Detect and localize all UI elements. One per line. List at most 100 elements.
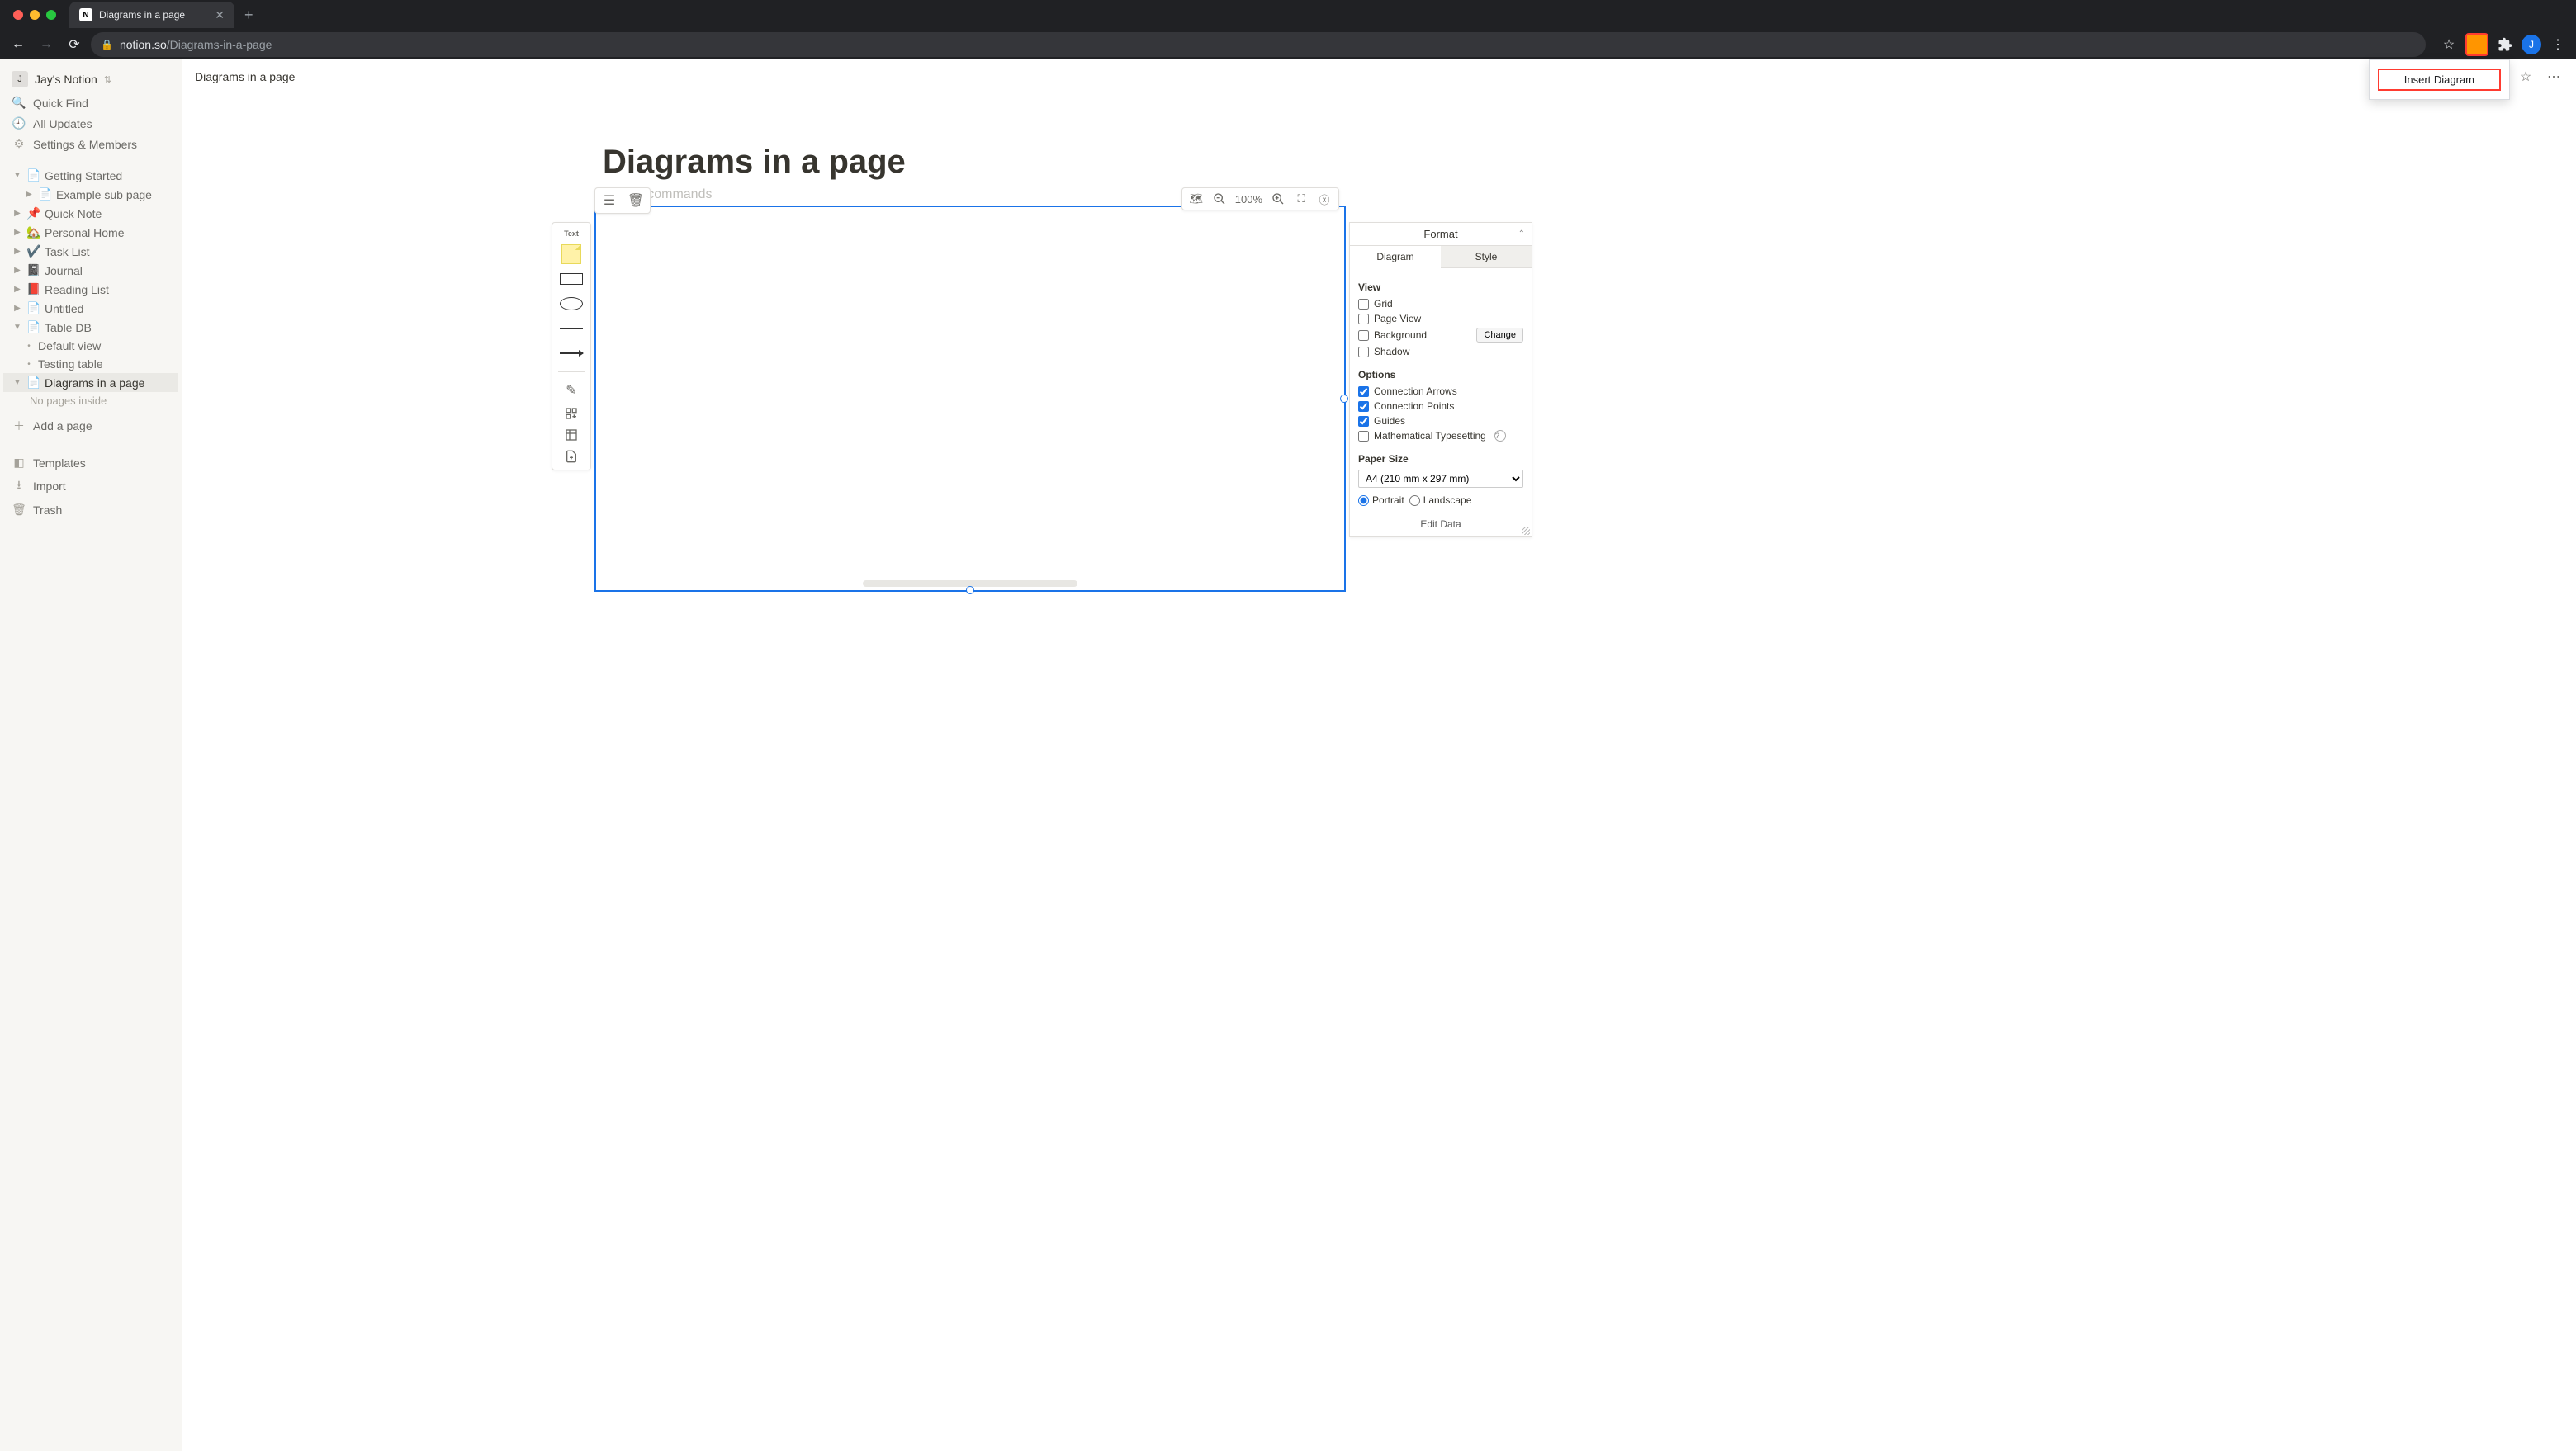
chevron-right-icon[interactable]: ▶ <box>12 209 23 218</box>
minimize-window-button[interactable] <box>30 10 40 20</box>
reload-button[interactable]: ⟳ <box>63 33 86 56</box>
table-icon[interactable] <box>565 428 578 442</box>
page-untitled[interactable]: ▶ 📄 Untitled <box>3 299 178 318</box>
sidebar-trash[interactable]: 🗑 Trash <box>3 499 178 520</box>
landscape-radio-label[interactable]: Landscape <box>1409 494 1472 506</box>
math-typesetting-checkbox[interactable] <box>1358 431 1369 442</box>
chrome-menu-button[interactable]: ⋮ <box>2546 33 2569 56</box>
chevron-right-icon[interactable]: ▶ <box>12 285 23 294</box>
guides-checkbox[interactable] <box>1358 416 1369 427</box>
drawio-extension-button[interactable] <box>2465 33 2488 56</box>
tab-style[interactable]: Style <box>1441 246 1532 268</box>
favorite-star-icon[interactable]: ☆ <box>2517 68 2535 86</box>
workspace-switcher[interactable]: J Jay's Notion ⇅ <box>3 66 178 92</box>
chevron-right-icon[interactable]: ▶ <box>23 190 35 199</box>
new-tab-button[interactable]: + <box>244 7 253 24</box>
background-checkbox[interactable] <box>1358 330 1369 341</box>
rectangle-shape[interactable] <box>560 271 583 287</box>
sidebar-quick-find[interactable]: 🔍 Quick Find <box>3 92 178 113</box>
text-tool-label[interactable]: Text <box>564 229 579 238</box>
insert-template-icon[interactable] <box>565 450 578 463</box>
edit-data-button[interactable]: Edit Data <box>1358 513 1523 532</box>
sidebar-all-updates[interactable]: 🕘 All Updates <box>3 113 178 134</box>
page-diagrams-in-a-page[interactable]: ▼ 📄 Diagrams in a page <box>3 373 178 392</box>
templates-label: Templates <box>33 456 86 470</box>
resize-handle-right[interactable] <box>1340 395 1348 403</box>
outline-map-icon[interactable]: 🗺 <box>1189 191 1204 206</box>
page-default-view[interactable]: • Default view <box>3 337 178 355</box>
page-personal-home[interactable]: ▶ 🏡 Personal Home <box>3 223 178 242</box>
more-menu-button[interactable]: ⋯ <box>2545 68 2563 86</box>
freehand-icon[interactable]: ✎ <box>566 382 576 399</box>
resize-handle-bottom[interactable] <box>966 586 974 594</box>
page-journal[interactable]: ▶ 📓 Journal <box>3 261 178 280</box>
page-label: Default view <box>38 339 101 352</box>
page-testing-table[interactable]: • Testing table <box>3 355 178 373</box>
zoom-out-icon[interactable] <box>1212 191 1227 206</box>
profile-avatar[interactable]: J <box>2522 35 2541 54</box>
shape-palette: Text ✎ <box>552 222 591 470</box>
page-reading-list[interactable]: ▶ 📕 Reading List <box>3 280 178 299</box>
chevron-down-icon[interactable]: ▼ <box>12 323 23 332</box>
panel-resize-grip[interactable] <box>1522 527 1530 535</box>
sticky-note-shape[interactable] <box>560 246 583 262</box>
fullscreen-icon[interactable]: ⛶ <box>1294 191 1309 206</box>
sidebar-item-label: Settings & Members <box>33 138 137 151</box>
arrow-shape[interactable] <box>560 345 583 362</box>
close-circle-icon[interactable]: ⓧ <box>1317 191 1332 206</box>
format-panel-header[interactable]: Format ⌃ <box>1350 223 1532 246</box>
connection-points-checkbox[interactable] <box>1358 401 1369 412</box>
chevron-right-icon[interactable]: ▶ <box>12 266 23 275</box>
page-quick-note[interactable]: ▶ 📌 Quick Note <box>3 204 178 223</box>
sidebar-settings-members[interactable]: ⚙ Settings & Members <box>3 134 178 154</box>
diagram-canvas[interactable] <box>594 206 1346 592</box>
hamburger-menu-icon[interactable]: ☰ <box>602 193 617 208</box>
connection-arrows-checkbox[interactable] <box>1358 386 1369 397</box>
chevron-right-icon[interactable]: ▶ <box>12 228 23 237</box>
page-view-checkbox[interactable] <box>1358 314 1369 324</box>
change-background-button[interactable]: Change <box>1476 328 1523 343</box>
zoom-level[interactable]: 100% <box>1235 193 1262 206</box>
insert-diagram-button[interactable]: Insert Diagram <box>2378 69 2501 91</box>
portrait-radio[interactable] <box>1358 495 1369 506</box>
maximize-window-button[interactable] <box>46 10 56 20</box>
chevron-right-icon[interactable]: ▶ <box>12 304 23 313</box>
chevron-right-icon[interactable]: ▶ <box>12 247 23 256</box>
bookmark-star-icon[interactable]: ☆ <box>2437 33 2460 56</box>
sidebar-templates[interactable]: ◧ Templates <box>3 452 178 473</box>
page-title[interactable]: Diagrams in a page <box>182 144 2576 181</box>
shadow-label: Shadow <box>1374 346 1409 357</box>
portrait-radio-label[interactable]: Portrait <box>1358 494 1404 506</box>
delete-icon[interactable]: 🗑 <box>628 193 643 208</box>
help-icon[interactable]: ? <box>1494 430 1506 442</box>
zoom-in-icon[interactable] <box>1271 191 1286 206</box>
add-a-page[interactable]: ＋ Add a page <box>3 414 178 437</box>
breadcrumb[interactable]: Diagrams in a page <box>195 70 295 83</box>
landscape-radio[interactable] <box>1409 495 1420 506</box>
close-window-button[interactable] <box>13 10 23 20</box>
page-task-list[interactable]: ▶ ✔️ Task List <box>3 242 178 261</box>
line-shape[interactable] <box>560 320 583 337</box>
grid-checkbox[interactable] <box>1358 299 1369 310</box>
paper-size-select[interactable]: A4 (210 mm x 297 mm) <box>1358 470 1523 488</box>
address-bar[interactable]: 🔒 notion.so/Diagrams-in-a-page <box>91 32 2426 57</box>
extensions-puzzle-icon[interactable] <box>2493 33 2517 56</box>
close-tab-button[interactable]: ✕ <box>215 8 225 22</box>
page-table-db[interactable]: ▼ 📄 Table DB <box>3 318 178 337</box>
chevron-down-icon[interactable]: ▼ <box>12 171 23 180</box>
sidebar-item-label: Quick Find <box>33 97 88 110</box>
more-shapes-icon[interactable] <box>565 407 578 420</box>
sidebar-import[interactable]: ⭳ Import <box>3 473 178 499</box>
chevron-down-icon[interactable]: ▼ <box>12 378 23 387</box>
tab-diagram[interactable]: Diagram <box>1350 246 1441 268</box>
back-button[interactable]: ← <box>7 33 30 56</box>
content-placeholder[interactable]: r commands <box>182 187 2576 202</box>
plus-icon: ＋ <box>12 418 26 434</box>
collapse-chevron-icon[interactable]: ⌃ <box>1518 229 1525 239</box>
shadow-checkbox[interactable] <box>1358 347 1369 357</box>
ellipse-shape[interactable] <box>560 295 583 312</box>
forward-button[interactable]: → <box>35 33 58 56</box>
page-getting-started[interactable]: ▼ 📄 Getting Started <box>3 166 178 185</box>
browser-tab[interactable]: N Diagrams in a page ✕ <box>69 2 234 28</box>
page-example-sub[interactable]: ▶ 📄 Example sub page <box>3 185 178 204</box>
